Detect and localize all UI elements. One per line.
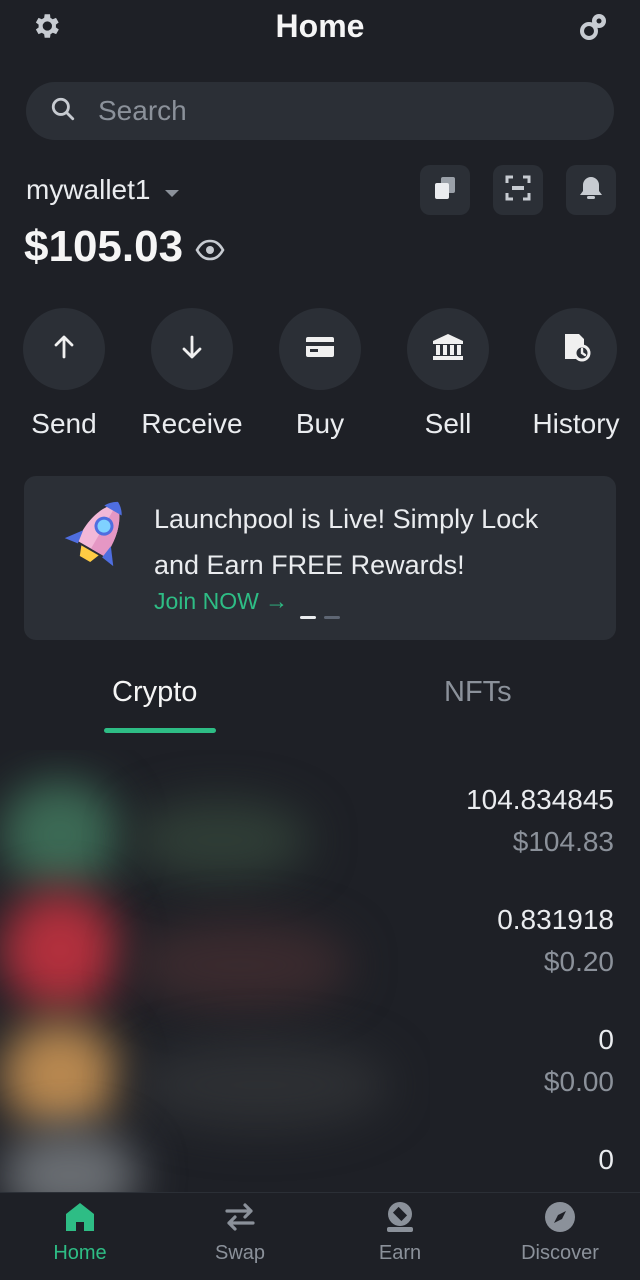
connect-link-icon[interactable] [578, 10, 610, 42]
earn-icon [383, 1202, 417, 1237]
arrow-down-icon [178, 333, 206, 366]
bank-icon [432, 333, 464, 366]
swap-icon [223, 1203, 257, 1237]
receive-action[interactable]: Receive [141, 308, 243, 439]
sell-action[interactable]: Sell [403, 308, 493, 439]
eye-icon[interactable] [195, 222, 225, 272]
search-icon [50, 96, 76, 127]
asset-value-3: $0.00 [543, 1066, 614, 1097]
nav-home[interactable]: Home [15, 1201, 145, 1265]
compass-icon [543, 1202, 577, 1237]
asset-amount-4: 0 [598, 1144, 614, 1175]
history-icon [561, 332, 591, 367]
carousel-dot-active [300, 616, 316, 619]
caret-down-icon [164, 174, 180, 206]
blurred-asset-list [0, 750, 430, 1200]
home-icon [63, 1203, 97, 1237]
balance-value: $105.03 [24, 222, 184, 271]
send-action[interactable]: Send [19, 308, 109, 439]
wallet-selector[interactable]: mywallet1 [26, 174, 180, 206]
launchpool-banner[interactable]: Launchpool is Live! Simply Lock and Earn… [24, 476, 616, 640]
nav-home-label: Home [53, 1242, 107, 1264]
wallet-name: mywallet1 [26, 174, 151, 205]
tab-crypto[interactable]: Crypto [112, 676, 197, 709]
nav-earn[interactable]: Earn [335, 1201, 465, 1265]
buy-action[interactable]: Buy [275, 308, 365, 439]
banner-line-2: and Earn FREE Rewards! [154, 550, 465, 580]
nav-discover-label: Discover [521, 1242, 599, 1264]
tab-nfts[interactable]: NFTs [444, 676, 512, 709]
nav-swap-label: Swap [214, 1242, 266, 1264]
join-now-link[interactable]: Join NOW → [154, 588, 288, 615]
carousel-dot [324, 616, 340, 619]
copy-address-button[interactable] [420, 165, 470, 215]
copy-icon [431, 174, 459, 207]
scan-icon [504, 174, 532, 207]
history-label: History [532, 408, 620, 439]
search-input[interactable] [98, 95, 578, 127]
nav-swap[interactable]: Swap [175, 1201, 305, 1265]
history-action[interactable]: History [531, 308, 621, 439]
search-bar[interactable] [26, 82, 614, 140]
tab-active-indicator [104, 728, 216, 733]
scan-button[interactable] [493, 165, 543, 215]
asset-amount-2: 0.831918 [497, 904, 614, 935]
nav-earn-label: Earn [378, 1242, 422, 1264]
banner-line-1: Launchpool is Live! Simply Lock [154, 504, 539, 534]
asset-amount-3: 0 [598, 1024, 614, 1055]
card-icon [305, 335, 335, 364]
arrow-up-icon [50, 333, 78, 366]
bell-icon [577, 174, 605, 207]
notifications-button[interactable] [566, 165, 616, 215]
nav-discover[interactable]: Discover [495, 1201, 625, 1265]
asset-value-2: $0.20 [543, 946, 614, 977]
asset-amount-1: 104.834845 [466, 784, 614, 815]
page-title: Home [275, 8, 365, 44]
wallet-balance: $105.03 [24, 222, 225, 272]
rocket-icon [56, 494, 136, 591]
asset-value-1: $104.83 [512, 826, 614, 857]
bottom-nav: Home Swap Earn Discover [0, 1192, 640, 1280]
